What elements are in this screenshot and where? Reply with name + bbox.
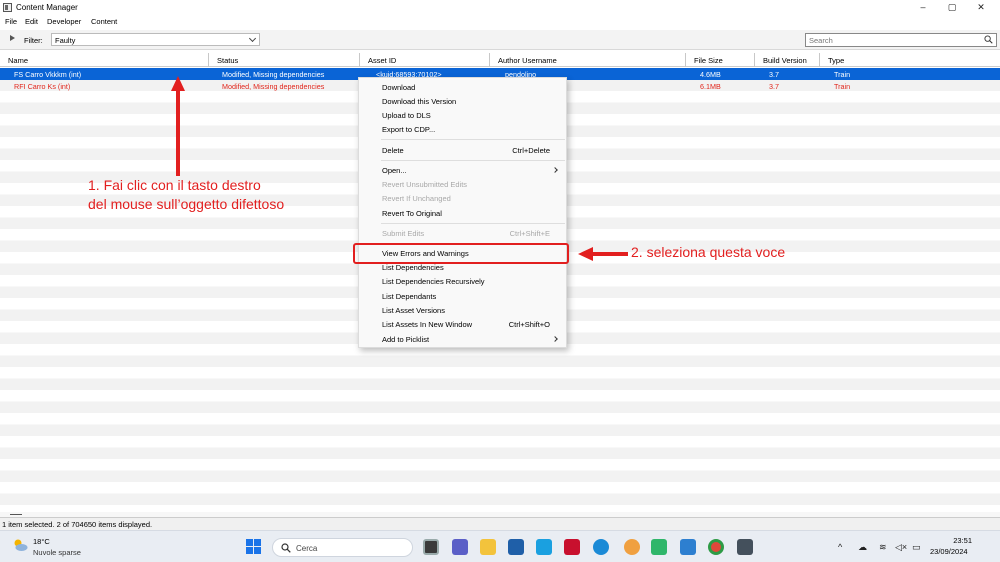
column-header-author[interactable]: Author Username [490, 53, 686, 67]
cell-status: Modified, Missing dependencies [222, 69, 325, 79]
cell-type: Train [834, 69, 851, 79]
folder-icon[interactable] [480, 539, 496, 555]
menu-item-list-dependencies-recursive[interactable]: List Dependencies Recursively [359, 275, 566, 288]
column-header-type[interactable]: Type [820, 53, 1000, 67]
copilot-icon[interactable] [624, 539, 640, 555]
search-icon[interactable] [984, 35, 993, 44]
title-bar: Content Manager – ▢ ✕ [0, 0, 1000, 15]
filter-value: Faulty [55, 36, 76, 45]
myfly-icon[interactable] [536, 539, 552, 555]
cell-name: RFI Carro Ks (int) [14, 81, 71, 91]
cell-build-version: 3.7 [769, 81, 779, 91]
scrollbar-thumb[interactable] [10, 514, 22, 515]
taskbar: 18°C Nuvole sparse Cerca ^ ☁ ≋ ◁× ▭ 23:5… [0, 530, 1000, 562]
menu-item-download-version[interactable]: Download this Version [359, 95, 566, 108]
cell-build-version: 3.7 [769, 69, 779, 79]
maximize-button[interactable]: ▢ [938, 1, 966, 14]
taskbar-search-label: Cerca [296, 544, 318, 553]
column-header-asset-id[interactable]: Asset ID [360, 53, 490, 67]
column-header-status[interactable]: Status [209, 53, 360, 67]
close-button[interactable]: ✕ [967, 1, 995, 14]
taskbar-search-box[interactable]: Cerca [272, 538, 413, 557]
volume-icon[interactable]: ◁× [895, 542, 907, 553]
search-placeholder: Search [809, 36, 833, 45]
annotation-step-1-line-2: del mouse sull’oggetto difettoso [88, 196, 285, 212]
menu-bar: File Edit Developer Content [0, 15, 1000, 28]
menu-file[interactable]: File [5, 17, 17, 26]
mcafee-icon[interactable] [564, 539, 580, 555]
chevron-right-icon [552, 336, 558, 342]
search-input[interactable]: Search [805, 33, 997, 47]
annotation-step-2: 2. seleziona questa voce [631, 244, 786, 260]
menu-developer[interactable]: Developer [47, 17, 81, 26]
window-title: Content Manager [16, 3, 78, 12]
chevron-up-icon[interactable]: ^ [838, 542, 842, 552]
menu-item-revert-if-unchanged[interactable]: Revert If Unchanged [359, 192, 566, 205]
wifi-icon[interactable]: ≋ [879, 542, 887, 553]
context-menu: Download Download this Version Upload to… [358, 77, 567, 348]
menu-separator [381, 139, 565, 140]
teams-icon[interactable] [452, 539, 468, 555]
clock-date[interactable]: 23/09/2024 [930, 547, 968, 556]
weather-cloud-sun-icon[interactable] [12, 538, 28, 552]
menu-item-upload-dls[interactable]: Upload to DLS [359, 109, 566, 122]
weather-temperature[interactable]: 18°C [33, 537, 50, 546]
menu-edit[interactable]: Edit [25, 17, 38, 26]
table-header: Name Status Asset ID Author Username Fil… [0, 53, 1000, 67]
arrow-left-annotation [578, 247, 628, 261]
search-icon [281, 543, 291, 553]
file-explorer-icon[interactable] [423, 539, 439, 555]
menu-item-revert-original[interactable]: Revert To Original [359, 207, 566, 220]
annotation-step-1-line-1: 1. Fai clic con il tasto destro [88, 177, 261, 193]
cell-type: Train [834, 81, 851, 91]
menu-item-export-cdp[interactable]: Export to CDP... [359, 123, 566, 136]
annotation-step-1: 1. Fai clic con il tasto destro del mous… [88, 176, 388, 214]
app-icon [3, 3, 12, 12]
menu-separator [381, 223, 565, 224]
content-manager-icon[interactable] [737, 539, 753, 555]
chevron-down-icon [248, 34, 257, 43]
arrow-up-annotation [171, 76, 185, 176]
clock-time[interactable]: 23:51 [946, 536, 972, 545]
menu-item-add-picklist[interactable]: Add to Picklist [359, 333, 566, 346]
minimize-button[interactable]: – [909, 1, 937, 14]
store-icon[interactable] [508, 539, 524, 555]
windows-start-icon[interactable] [246, 539, 262, 555]
weather-description[interactable]: Nuvole sparse [33, 548, 81, 557]
notepad-icon[interactable] [680, 539, 696, 555]
cell-name: FS Carro Vkkkm (int) [14, 69, 82, 79]
menu-content[interactable]: Content [91, 17, 117, 26]
status-text: 1 item selected. 2 of 704650 items displ… [2, 520, 153, 529]
app-green-icon[interactable] [651, 539, 667, 555]
menu-item-revert-unsubmitted[interactable]: Revert Unsubmitted Edits [359, 178, 566, 191]
cell-status: Modified, Missing dependencies [222, 81, 325, 91]
menu-item-list-asset-versions[interactable]: List Asset Versions [359, 304, 566, 317]
filter-label: Filter: [24, 36, 43, 45]
menu-item-open[interactable]: Open... [359, 164, 566, 177]
cell-file-size: 4.6MB [700, 69, 721, 79]
menu-item-list-dependants[interactable]: List Dependants [359, 290, 566, 303]
menu-item-download[interactable]: Download [359, 81, 566, 94]
column-header-name[interactable]: Name [0, 53, 209, 67]
status-bar: 1 item selected. 2 of 704650 items displ… [0, 517, 1000, 530]
column-header-file-size[interactable]: File Size [686, 53, 755, 67]
battery-icon[interactable]: ▭ [912, 542, 921, 553]
chevron-right-icon [552, 167, 558, 173]
expand-filter-icon[interactable] [10, 35, 15, 41]
chrome-icon[interactable] [708, 539, 724, 555]
cell-file-size: 6.1MB [700, 81, 721, 91]
menu-separator [381, 160, 565, 161]
filter-dropdown[interactable]: Faulty [51, 33, 260, 46]
menu-item-list-new-window[interactable]: List Assets In New Window Ctrl+Shift+O [359, 318, 566, 331]
highlight-box [353, 243, 569, 264]
filter-bar: Filter: Faulty Search [0, 30, 1000, 50]
cloud-sync-icon[interactable]: ☁ [858, 542, 867, 553]
menu-item-delete[interactable]: Delete Ctrl+Delete [359, 144, 566, 157]
menu-item-submit-edits[interactable]: Submit Edits Ctrl+Shift+E [359, 227, 566, 240]
column-header-build-version[interactable]: Build Version [755, 53, 820, 67]
edge-icon[interactable] [593, 539, 609, 555]
